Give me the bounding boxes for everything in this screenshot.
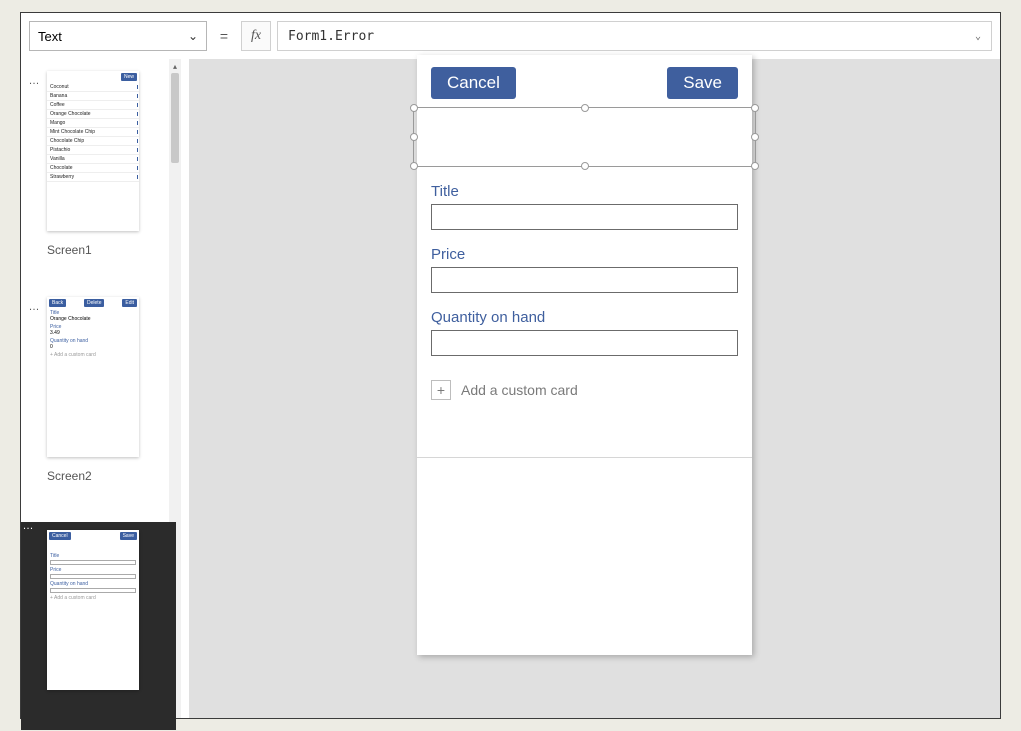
screen-thumb-3-menu[interactable]: … bbox=[21, 520, 35, 532]
canvas[interactable]: Cancel Save bbox=[189, 59, 1000, 718]
resize-handle-se[interactable] bbox=[751, 162, 759, 170]
resize-handle-w[interactable] bbox=[410, 133, 418, 141]
fx-button[interactable]: fx bbox=[241, 21, 271, 51]
price-input[interactable] bbox=[431, 267, 738, 293]
thumb2-delete-button: Delete bbox=[84, 299, 104, 307]
thumb3-cancel-button: Cancel bbox=[49, 532, 71, 540]
formula-input[interactable]: Form1.Error ⌄ bbox=[277, 21, 992, 51]
resize-handle-e[interactable] bbox=[751, 133, 759, 141]
thumb3-field: Quantity on hand bbox=[47, 580, 139, 594]
property-selector[interactable]: Text ⌄ bbox=[29, 21, 207, 51]
add-card-label: Add a custom card bbox=[461, 382, 578, 398]
screen-thumb-1-block: … New Coconut Banana Coffee Orange Choco… bbox=[29, 71, 167, 231]
form-header: Cancel Save bbox=[417, 55, 752, 105]
add-custom-card[interactable]: + Add a custom card bbox=[431, 380, 738, 400]
thumb3-field: Title bbox=[47, 552, 139, 566]
list-item: Banana bbox=[47, 92, 139, 101]
scrollbar-thumb[interactable] bbox=[171, 73, 179, 163]
field-title: Title bbox=[431, 183, 738, 230]
workspace: ▴ … New Coconut Banana Coffee Orange Cho… bbox=[21, 59, 1000, 718]
chevron-down-icon: ⌄ bbox=[188, 29, 198, 43]
quantity-input[interactable] bbox=[431, 330, 738, 356]
thumb3-add-card: + Add a custom card bbox=[47, 594, 139, 602]
thumb3-field: Price bbox=[47, 566, 139, 580]
selection-box[interactable] bbox=[413, 107, 756, 167]
scroll-up-icon[interactable]: ▴ bbox=[169, 59, 181, 73]
thumb2-add-card: + Add a custom card bbox=[47, 351, 139, 359]
list-item: Coffee bbox=[47, 101, 139, 110]
plus-icon: + bbox=[431, 380, 451, 400]
field-price: Price bbox=[431, 246, 738, 293]
equals-sign: = bbox=[213, 21, 235, 51]
screen-thumb-2-menu[interactable]: … bbox=[27, 301, 41, 313]
screen-thumb-1-label: Screen1 bbox=[47, 243, 92, 257]
property-selector-label: Text bbox=[38, 29, 62, 44]
screens-panel: ▴ … New Coconut Banana Coffee Orange Cho… bbox=[21, 59, 189, 718]
field-label: Price bbox=[431, 246, 738, 263]
cancel-button-label: Cancel bbox=[447, 73, 500, 92]
resize-handle-ne[interactable] bbox=[751, 104, 759, 112]
thumb1-new-button: New bbox=[121, 73, 137, 81]
list-item: Chocolate bbox=[47, 164, 139, 173]
list-item: Vanilla bbox=[47, 155, 139, 164]
list-item: Mango bbox=[47, 119, 139, 128]
phone-preview: Cancel Save bbox=[417, 55, 752, 655]
chevron-down-icon: ⌄ bbox=[975, 31, 981, 42]
field-label: Quantity on hand bbox=[431, 309, 738, 326]
screen-thumb-2-block: … Back Delete Edit Title Orange Chocolat… bbox=[29, 297, 167, 457]
resize-handle-nw[interactable] bbox=[410, 104, 418, 112]
list-item: Mint Chocolate Chip bbox=[47, 128, 139, 137]
list-item: Orange Chocolate bbox=[47, 110, 139, 119]
resize-handle-sw[interactable] bbox=[410, 162, 418, 170]
save-button-label: Save bbox=[683, 73, 722, 92]
thumb2-edit-button: Edit bbox=[122, 299, 137, 307]
resize-handle-s[interactable] bbox=[581, 162, 589, 170]
fx-icon: fx bbox=[251, 28, 261, 44]
formula-text: Form1.Error bbox=[288, 29, 374, 44]
title-input[interactable] bbox=[431, 204, 738, 230]
field-label: Title bbox=[431, 183, 738, 200]
thumb2-field: Title Orange Chocolate bbox=[47, 309, 139, 323]
screen-thumb-1-menu[interactable]: … bbox=[27, 75, 41, 87]
field-quantity: Quantity on hand bbox=[431, 309, 738, 356]
thumb2-field: Price 3.49 bbox=[47, 323, 139, 337]
screen-thumb-3-selected-bg: … Cancel Save Title Price bbox=[21, 522, 176, 730]
list-item: Coconut bbox=[47, 83, 139, 92]
save-button[interactable]: Save bbox=[667, 67, 738, 99]
thumb2-field: Quantity on hand 0 bbox=[47, 337, 139, 351]
list-item: Strawberry bbox=[47, 173, 139, 182]
screen-thumb-1[interactable]: New Coconut Banana Coffee Orange Chocola… bbox=[47, 71, 139, 231]
screen-thumb-2-label: Screen2 bbox=[47, 469, 92, 483]
formula-bar: Text ⌄ = fx Form1.Error ⌄ bbox=[29, 21, 992, 51]
resize-handle-n[interactable] bbox=[581, 104, 589, 112]
screen-thumb-2[interactable]: Back Delete Edit Title Orange Chocolate … bbox=[47, 297, 139, 457]
cancel-button[interactable]: Cancel bbox=[431, 67, 516, 99]
thumb1-list: Coconut Banana Coffee Orange Chocolate M… bbox=[47, 83, 139, 182]
list-item: Pistachio bbox=[47, 146, 139, 155]
app-frame: Text ⌄ = fx Form1.Error ⌄ ▴ … bbox=[20, 12, 1001, 719]
thumb3-save-button: Save bbox=[120, 532, 137, 540]
form-bottom-spacer bbox=[417, 457, 752, 655]
list-item: Chocolate Chip bbox=[47, 137, 139, 146]
form-body: Title Price Quantity on hand + Add a cus… bbox=[431, 183, 738, 400]
thumb2-back-button: Back bbox=[49, 299, 66, 307]
screen-thumb-3[interactable]: Cancel Save Title Price Quantity on hand bbox=[47, 530, 139, 690]
